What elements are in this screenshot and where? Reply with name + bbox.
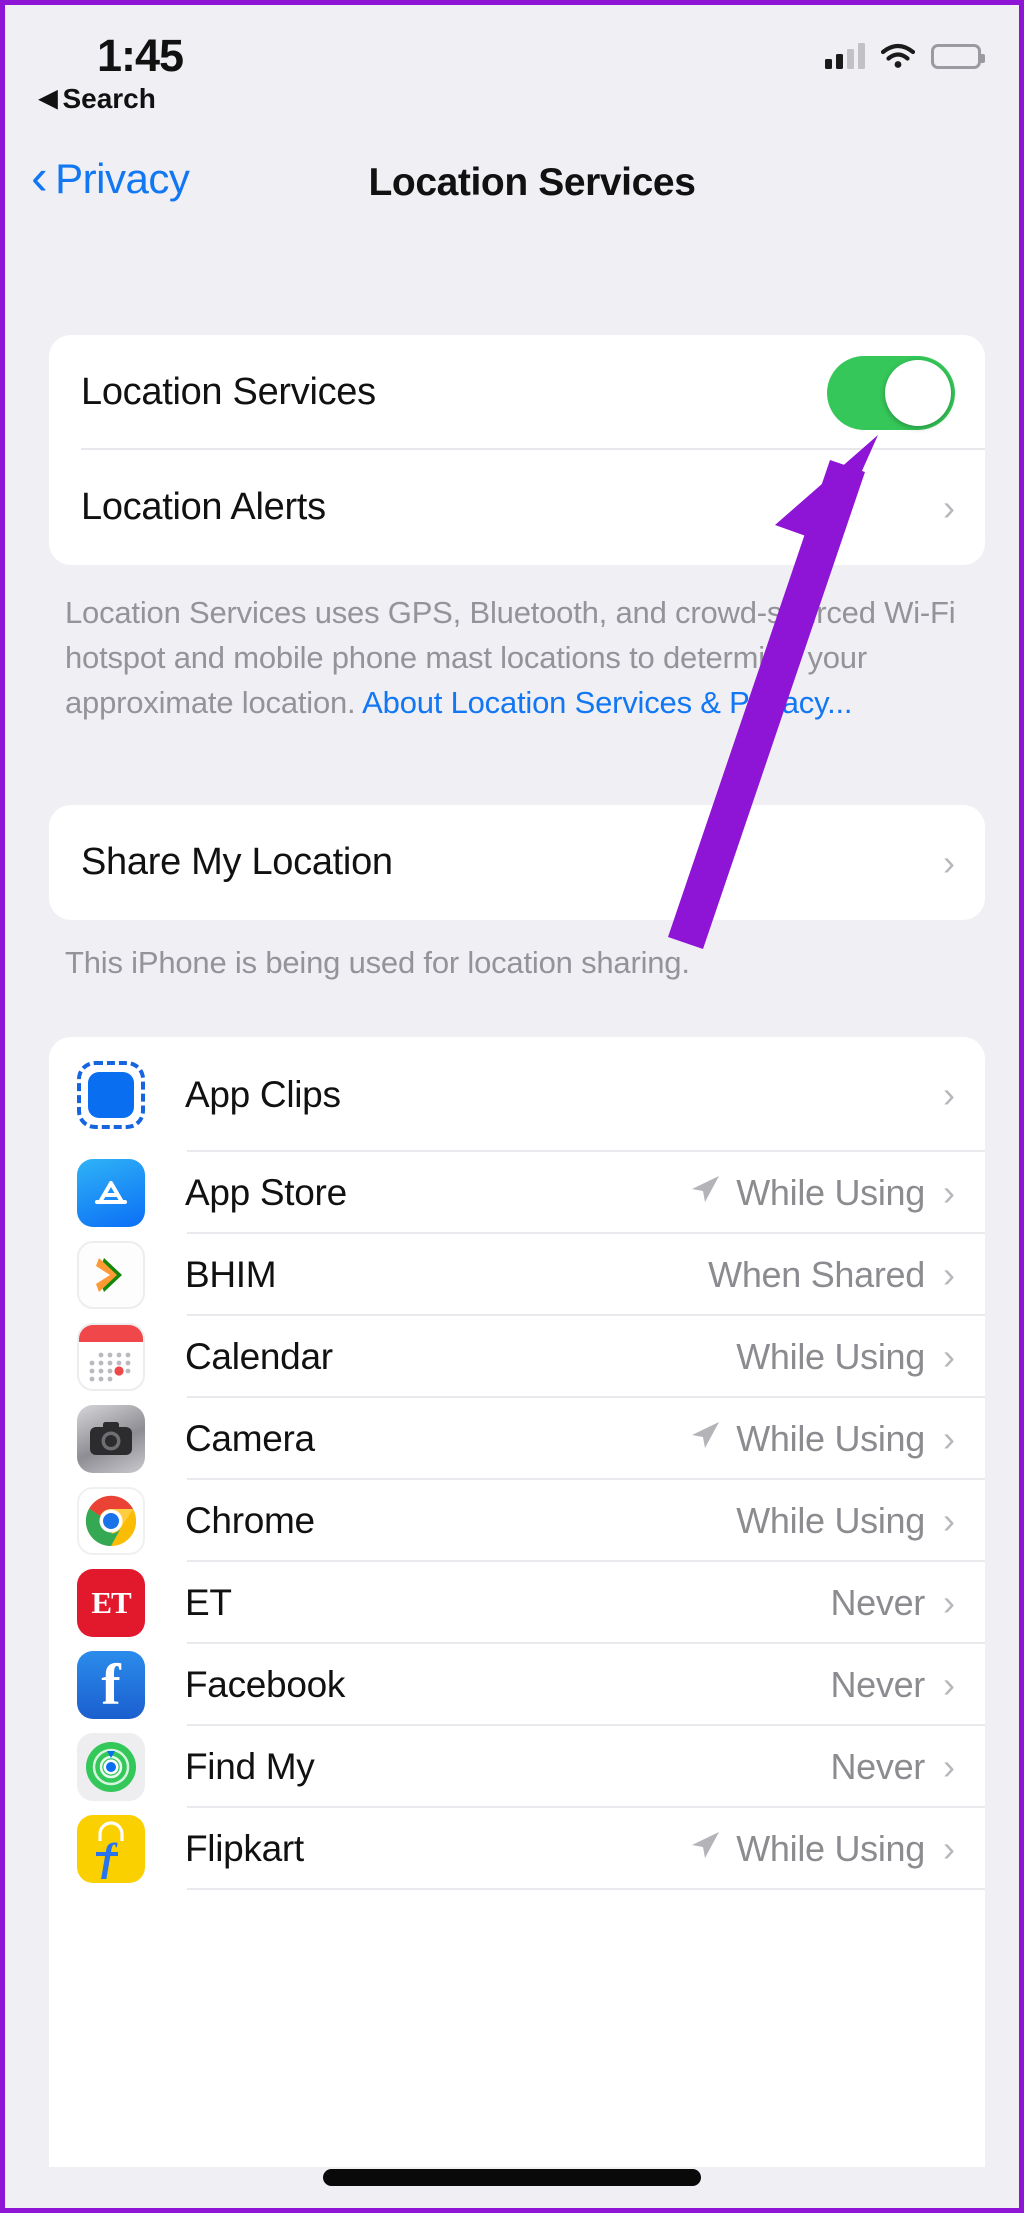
back-triangle-icon: ◀ — [39, 85, 58, 112]
app-row-app-clips[interactable]: App Clips › — [49, 1037, 985, 1152]
app-name: Facebook — [185, 1664, 346, 1705]
home-indicator — [323, 2169, 701, 2186]
chevron-right-icon: › — [943, 1664, 955, 1705]
wifi-icon — [880, 43, 916, 69]
location-services-toggle-row[interactable]: Location Services — [49, 335, 985, 450]
app-name: ET — [185, 1582, 232, 1623]
back-to-search-button[interactable]: ◀ Search — [39, 83, 156, 115]
chrome-icon — [77, 1487, 145, 1555]
location-alerts-label: Location Alerts — [81, 486, 326, 528]
chevron-right-icon: › — [943, 1746, 955, 1787]
app-row-flipkart[interactable]: f Flipkart While Using › — [49, 1808, 985, 1890]
facebook-icon: f — [77, 1651, 145, 1719]
et-icon: ET — [77, 1569, 145, 1637]
app-row-find-my[interactable]: Find My Never › — [49, 1726, 985, 1808]
app-status-label: While Using — [736, 1500, 925, 1541]
chevron-right-icon: › — [943, 1828, 955, 1869]
chevron-right-icon: › — [943, 1418, 955, 1459]
app-row-calendar[interactable]: Calendar While Using › — [49, 1316, 985, 1398]
chevron-right-icon: › — [943, 1500, 955, 1541]
app-status-label: Never — [830, 1746, 925, 1787]
app-status-label: Never — [830, 1664, 925, 1705]
page-title: Location Services — [368, 161, 696, 204]
app-status-label: While Using — [736, 1828, 925, 1869]
toggle-knob — [885, 359, 951, 426]
app-status-label: While Using — [736, 1172, 925, 1213]
app-status-label: While Using — [736, 1336, 925, 1377]
status-bar-icons — [825, 43, 985, 69]
app-status: While Using — [688, 1418, 925, 1461]
location-services-label: Location Services — [81, 371, 376, 413]
app-clips-icon — [77, 1060, 145, 1129]
app-row-chrome[interactable]: Chrome While Using › — [49, 1480, 985, 1562]
app-row-app-store[interactable]: App Store While Using › — [49, 1152, 985, 1234]
app-name: Calendar — [185, 1336, 333, 1377]
app-status: Never — [830, 1746, 925, 1788]
app-status: While Using — [688, 1172, 925, 1215]
app-name: Find My — [185, 1746, 315, 1787]
status-time: 1:45 — [97, 30, 184, 81]
chevron-right-icon: › — [943, 1073, 955, 1115]
location-services-footer: Location Services uses GPS, Bluetooth, a… — [65, 590, 965, 725]
app-status-label: Never — [830, 1582, 925, 1623]
app-name: Chrome — [185, 1500, 315, 1541]
navigation-bar: ‹ Privacy Location Services — [5, 135, 1019, 250]
app-row-camera[interactable]: Camera While Using › — [49, 1398, 985, 1480]
app-name: App Clips — [185, 1073, 341, 1115]
app-status: While Using — [736, 1500, 925, 1542]
app-status: Never — [830, 1664, 925, 1706]
app-row-et[interactable]: ET ET Never › — [49, 1562, 985, 1644]
app-name: Camera — [185, 1418, 315, 1459]
app-status-label: When Shared — [708, 1254, 925, 1295]
calendar-icon — [77, 1323, 145, 1391]
app-row-bhim[interactable]: BHIM When Shared › — [49, 1234, 985, 1316]
chevron-right-icon: › — [943, 1254, 955, 1295]
camera-icon — [77, 1405, 145, 1473]
about-location-privacy-link[interactable]: About Location Services & Privacy... — [362, 685, 852, 720]
app-status: While Using — [736, 1336, 925, 1378]
share-my-location-footer: This iPhone is being used for location s… — [65, 945, 690, 980]
row-divider — [187, 1888, 985, 1890]
app-status: When Shared — [708, 1254, 925, 1296]
app-status: While Using — [688, 1828, 925, 1871]
chevron-right-icon: › — [943, 1582, 955, 1623]
share-my-location-label: Share My Location — [81, 841, 393, 883]
share-my-location-card: Share My Location › — [49, 805, 985, 920]
app-row-facebook[interactable]: f Facebook Never › — [49, 1644, 985, 1726]
location-arrow-icon — [688, 1828, 722, 1871]
find-my-icon — [77, 1733, 145, 1801]
flipkart-icon: f — [77, 1815, 145, 1883]
app-name: App Store — [185, 1172, 347, 1213]
status-bar: 1:45 ◀ Search — [5, 5, 1019, 135]
iphone-screen: 1:45 ◀ Search ‹ Privacy Location Service… — [0, 0, 1024, 2213]
chevron-right-icon: › — [943, 486, 955, 528]
location-alerts-row[interactable]: Location Alerts › — [49, 450, 985, 565]
chevron-right-icon: › — [943, 841, 955, 883]
chevron-right-icon: › — [943, 1172, 955, 1213]
location-services-toggle[interactable] — [827, 355, 955, 430]
location-arrow-icon — [688, 1172, 722, 1215]
app-name: Flipkart — [185, 1828, 304, 1869]
app-name: BHIM — [185, 1254, 277, 1295]
location-services-card: Location Services Location Alerts › — [49, 335, 985, 565]
chevron-right-icon: › — [943, 1336, 955, 1377]
cellular-signal-icon — [825, 43, 865, 69]
app-permissions-list: App Clips › App Store While Using › BHIM… — [49, 1037, 985, 2167]
battery-icon — [931, 43, 985, 69]
app-status-label: While Using — [736, 1418, 925, 1459]
app-store-icon — [77, 1159, 145, 1227]
svg-text:f: f — [101, 1835, 118, 1879]
app-status: Never — [830, 1582, 925, 1624]
back-to-search-label: Search — [62, 83, 156, 114]
location-arrow-icon — [688, 1418, 722, 1461]
share-my-location-row[interactable]: Share My Location › — [49, 805, 985, 920]
bhim-icon — [77, 1241, 145, 1309]
